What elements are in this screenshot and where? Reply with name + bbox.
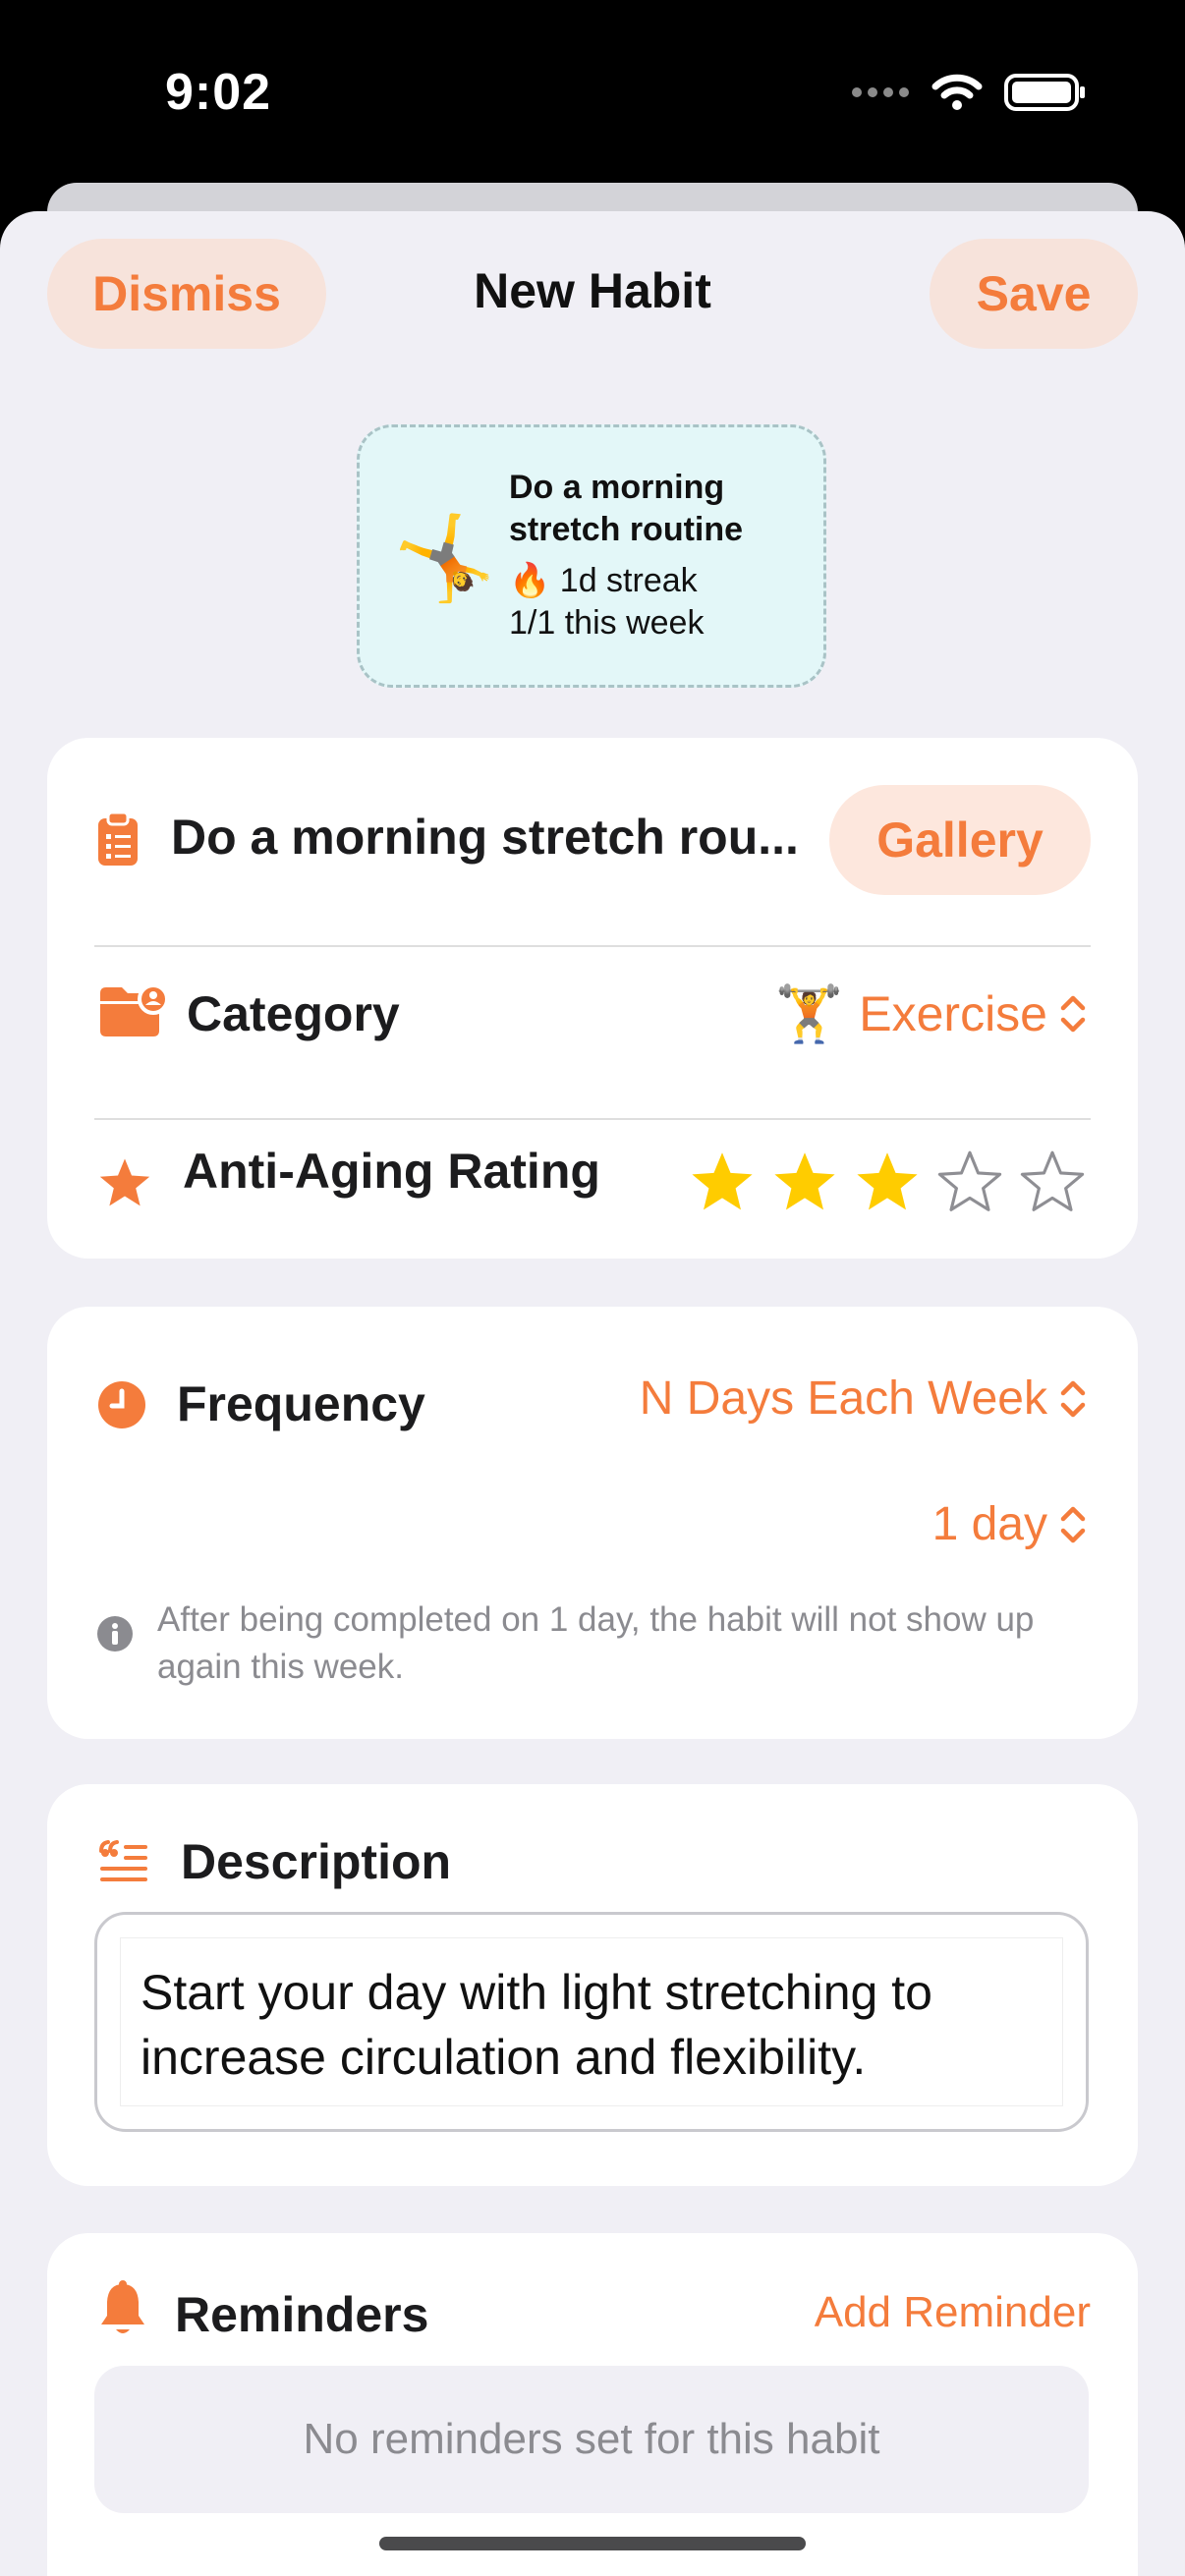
folder-person-icon [100,983,167,1036]
status-bar: 9:02 [0,0,1185,187]
category-value: Exercise [859,986,1047,1041]
frequency-mode-value: N Days Each Week [639,1372,1047,1425]
status-time: 9:02 [165,64,272,121]
clock-icon [98,1381,145,1428]
preview-title: Do a morning stretch routine [509,469,744,548]
no-reminders-placeholder: No reminders set for this habit [94,2366,1089,2513]
reminders-label: Reminders [175,2287,429,2342]
anti-aging-rating-label: Anti-Aging Rating [183,1144,600,1199]
up-down-chevron-icon [1060,1506,1086,1542]
cellular-signal-icon [852,87,909,97]
category-emoji: 🏋️ [774,982,844,1044]
star-filled-icon[interactable] [688,1148,757,1215]
frequency-card: Frequency N Days Each Week 1 day After b… [47,1307,1138,1739]
info-icon [97,1616,133,1652]
new-habit-sheet: Dismiss New Habit Save 🤸 Do a morning st… [0,211,1185,2576]
preview-streak: 🔥 1d streak [509,562,698,599]
anti-aging-rating-stars[interactable] [688,1148,1087,1215]
category-label: Category [187,986,400,1041]
description-text-area-inner: Start your day with light stretching to … [121,1938,1062,2105]
preview-week-progress: 1/1 this week [509,604,705,642]
description-card: Description Start your day with light st… [47,1784,1138,2186]
home-indicator[interactable] [379,2537,806,2550]
star-filled-icon[interactable] [853,1148,922,1215]
description-textarea[interactable]: Start your day with light stretching to … [94,1912,1089,2132]
divider [94,945,1091,947]
save-button[interactable]: Save [930,239,1138,349]
star-empty-icon[interactable] [935,1148,1004,1215]
battery-icon [1004,74,1085,111]
star-empty-icon[interactable] [1018,1148,1087,1215]
bell-icon [101,2280,144,2333]
up-down-chevron-icon [1060,995,1086,1033]
star-filled-icon[interactable] [770,1148,839,1215]
habit-emoji: 🤸 [393,512,496,604]
habit-name-field[interactable]: Do a morning stretch rou... [171,809,859,866]
description-label: Description [181,1834,452,1889]
status-icons [851,73,1087,112]
add-reminder-button[interactable]: Add Reminder [815,2288,1091,2337]
days-per-week-value: 1 day [931,1498,1047,1550]
frequency-label: Frequency [177,1376,425,1431]
up-down-chevron-icon [1060,1380,1086,1417]
wifi-icon [931,74,983,110]
description-text: Start your day with light stretching to … [141,1965,932,2085]
clipboard-icon [98,811,138,866]
divider [94,1118,1091,1120]
habit-preview-card[interactable]: 🤸 Do a morning stretch routine 🔥 1d stre… [357,424,826,688]
basics-card: Do a morning stretch rou... Gallery Cate… [47,738,1138,1259]
category-picker[interactable]: 🏋️ Exercise [775,981,1087,1046]
star-icon [99,1158,150,1206]
days-per-week-picker[interactable]: 1 day [932,1497,1087,1551]
reminders-card: Reminders Add Reminder No reminders set … [47,2233,1138,2576]
gallery-button[interactable]: Gallery [829,785,1091,895]
frequency-info-note: After being completed on 1 day, the habi… [157,1600,1035,1686]
frequency-mode-picker[interactable]: N Days Each Week [640,1372,1087,1426]
quote-text-icon [99,1840,147,1881]
